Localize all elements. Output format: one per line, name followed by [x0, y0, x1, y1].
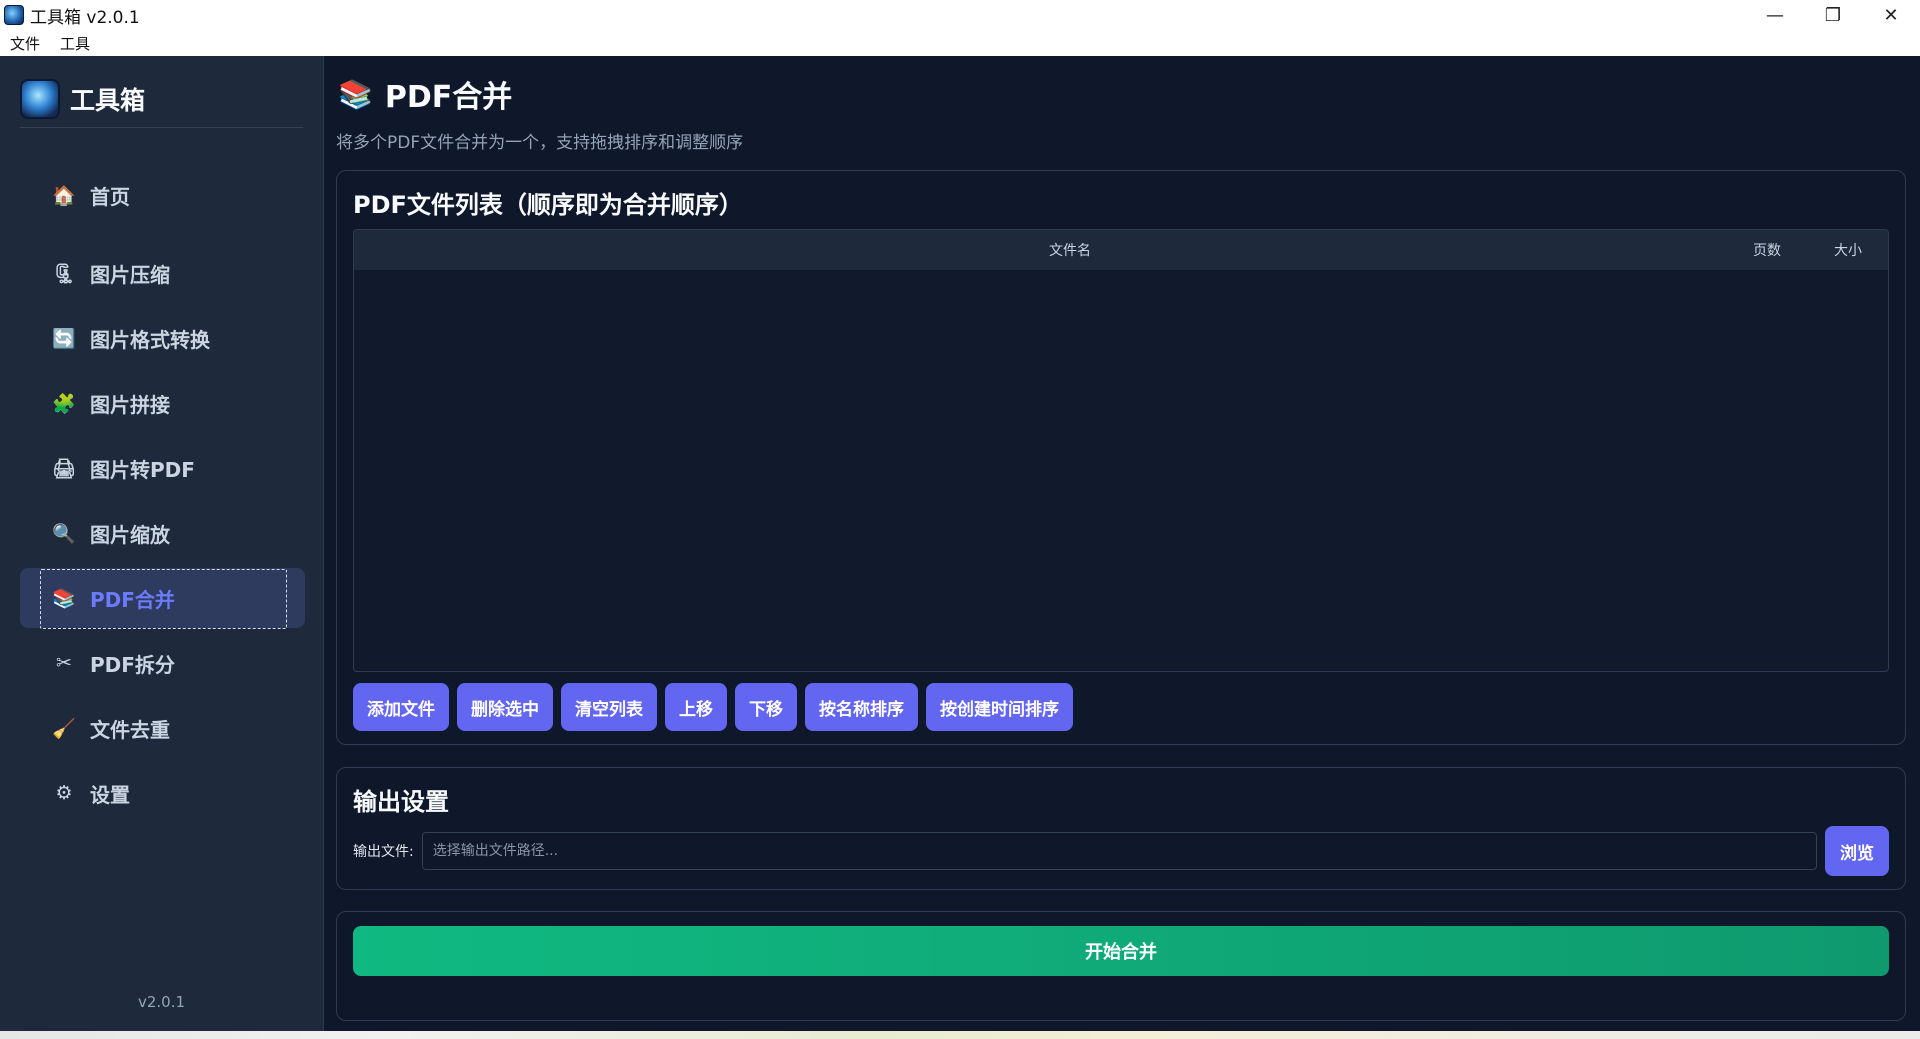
version-label: v2.0.1: [137, 993, 186, 1011]
minimize-button[interactable]: —: [1746, 0, 1804, 30]
menu-bar: 文件 工具: [0, 30, 1920, 56]
sidebar-item-settings[interactable]: ⚙ 设置: [20, 763, 305, 823]
file-table-header: 文件名 页数 大小: [354, 230, 1888, 270]
sidebar-item-pdf-split[interactable]: ✂ PDF拆分: [20, 633, 305, 693]
page-header: 📚 PDF合并: [338, 72, 512, 116]
sidebar-item-image-to-pdf[interactable]: 🖨 图片转PDF: [20, 438, 305, 498]
gear-icon: ⚙: [55, 782, 73, 804]
toolbox-logo-icon: [20, 78, 60, 119]
sidebar-item-label: 图片缩放: [90, 522, 170, 547]
sidebar-item-home[interactable]: 🏠 首页: [20, 168, 305, 223]
page-description: 将多个PDF文件合并为一个，支持拖拽排序和调整顺序: [336, 133, 744, 153]
sidebar-item-image-resize[interactable]: 🔍 图片缩放: [20, 503, 305, 563]
app-body: 工具箱 🏠 首页 🗜 图片压缩 🔄 图片格式转换 🧩 图片拼接 🖨 图片转PDF: [0, 56, 1920, 1031]
file-list-title: PDF文件列表（顺序即为合并顺序）: [353, 191, 743, 219]
action-card: 开始合并: [336, 911, 1906, 1021]
output-settings-title: 输出设置: [353, 788, 449, 816]
file-actions: 添加文件 删除选中 清空列表 上移 下移 按名称排序 按创建时间排序: [353, 683, 1081, 731]
sidebar-item-image-convert[interactable]: 🔄 图片格式转换: [20, 308, 305, 368]
column-header-size[interactable]: 大小: [1808, 240, 1888, 260]
app-icon: [4, 5, 24, 25]
maximize-button[interactable]: ❐: [1804, 0, 1862, 30]
sidebar-item-pdf-merge[interactable]: 📚 PDF合并: [20, 568, 305, 629]
sidebar-item-label: 图片格式转换: [90, 327, 210, 352]
add-files-button[interactable]: 添加文件: [353, 683, 449, 731]
column-header-filename[interactable]: 文件名: [354, 240, 1726, 260]
browse-button[interactable]: 浏览: [1825, 826, 1889, 876]
sidebar-item-label: 设置: [90, 782, 130, 807]
output-path-input[interactable]: [421, 832, 1817, 870]
start-merge-button[interactable]: 开始合并: [353, 926, 1889, 976]
home-icon: 🏠: [52, 185, 76, 207]
move-down-button[interactable]: 下移: [735, 683, 797, 731]
sidebar-item-label: PDF拆分: [90, 652, 175, 677]
sidebar-item-file-dedupe[interactable]: 🧹 文件去重: [20, 698, 305, 758]
sort-by-created-time-button[interactable]: 按创建时间排序: [926, 683, 1073, 731]
sidebar-item-label: 图片压缩: [90, 262, 170, 287]
output-settings-card: 输出设置 输出文件: 浏览: [336, 767, 1906, 890]
page-title: PDF合并: [384, 80, 513, 115]
sidebar-item-image-compress[interactable]: 🗜 图片压缩: [20, 243, 305, 303]
sidebar: 工具箱 🏠 首页 🗜 图片压缩 🔄 图片格式转换 🧩 图片拼接 🖨 图片转PDF: [0, 56, 324, 1031]
window-title: 工具箱 v2.0.1: [30, 7, 140, 28]
convert-icon: 🔄: [52, 327, 76, 350]
puzzle-icon: 🧩: [52, 392, 76, 415]
clear-list-button[interactable]: 清空列表: [561, 683, 657, 731]
books-icon: 📚: [52, 587, 76, 610]
file-table[interactable]: 文件名 页数 大小: [353, 229, 1889, 672]
sidebar-nav: 🏠 首页 🗜 图片压缩 🔄 图片格式转换 🧩 图片拼接 🖨 图片转PDF 🔍 图…: [20, 168, 305, 828]
taskbar-strip: [0, 1031, 1920, 1039]
sidebar-brand: 工具箱: [20, 78, 303, 128]
delete-selected-button[interactable]: 删除选中: [457, 683, 553, 731]
sidebar-item-label: 首页: [90, 185, 130, 209]
sidebar-item-label: PDF合并: [90, 587, 175, 612]
menu-file[interactable]: 文件: [0, 33, 50, 54]
scissors-icon: ✂: [56, 652, 72, 674]
sort-by-name-button[interactable]: 按名称排序: [805, 683, 918, 731]
output-file-row: 输出文件: 浏览: [353, 826, 1889, 876]
menu-tools[interactable]: 工具: [50, 33, 100, 54]
sidebar-item-image-stitch[interactable]: 🧩 图片拼接: [20, 373, 305, 433]
sidebar-item-label: 图片拼接: [90, 392, 170, 417]
broom-icon: 🧹: [52, 717, 76, 740]
sidebar-item-label: 图片转PDF: [90, 457, 195, 482]
output-file-label: 输出文件:: [353, 844, 414, 860]
main-content: 📚 PDF合并 将多个PDF文件合并为一个，支持拖拽排序和调整顺序 PDF文件列…: [324, 56, 1920, 1031]
sidebar-item-label: 文件去重: [90, 717, 170, 742]
close-button[interactable]: ✕: [1862, 0, 1920, 30]
books-icon: 📚: [338, 77, 373, 111]
window-controls: — ❐ ✕: [1746, 0, 1920, 30]
brand-title: 工具箱: [70, 85, 146, 115]
magnifier-icon: 🔍: [52, 522, 76, 545]
column-header-pages[interactable]: 页数: [1726, 240, 1808, 260]
window-titlebar: 工具箱 v2.0.1 — ❐ ✕: [0, 0, 1920, 30]
move-up-button[interactable]: 上移: [665, 683, 727, 731]
printer-icon: 🖨: [52, 457, 77, 480]
compress-icon: 🗜: [52, 262, 77, 285]
file-list-card: PDF文件列表（顺序即为合并顺序） 文件名 页数 大小 添加文件 删除选中 清空…: [336, 170, 1906, 745]
